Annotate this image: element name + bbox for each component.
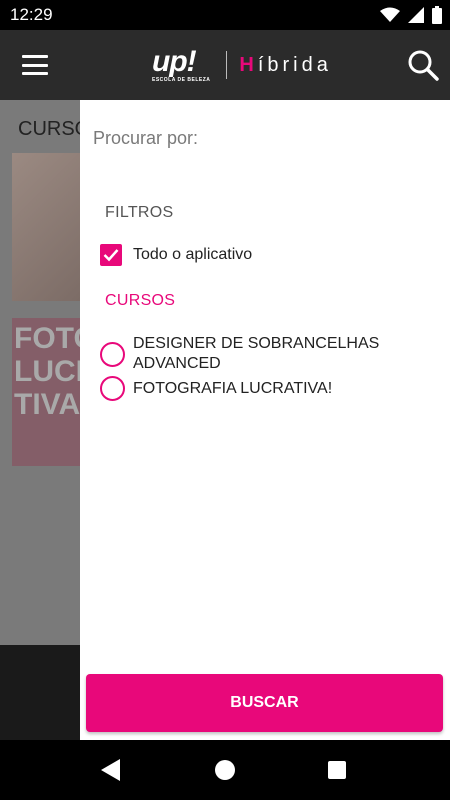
cell-signal-icon — [408, 7, 424, 23]
menu-icon-line — [22, 72, 48, 75]
checkbox-label: Todo o aplicativo — [133, 246, 253, 263]
search-prompt[interactable]: Procurar por: — [93, 128, 198, 149]
logo-up-block: up! ESCOLA DE BELEZA — [152, 44, 211, 83]
status-icons — [380, 6, 442, 24]
menu-icon-line — [22, 55, 48, 58]
filters-heading: FILTROS — [105, 204, 174, 221]
menu-icon-line — [22, 63, 48, 67]
course-thumbnail-1 — [12, 153, 80, 301]
search-button[interactable] — [406, 48, 440, 82]
checkbox-checked[interactable] — [100, 244, 122, 266]
logo-h-letter: H — [239, 53, 258, 76]
wifi-icon — [380, 7, 400, 22]
recents-icon[interactable] — [328, 761, 346, 779]
course-option-label-line2: ADVANCED — [133, 355, 221, 372]
logo-hibrida-rest: íbrida — [257, 53, 332, 76]
check-icon — [103, 249, 119, 262]
logo-hibrida: Híbrida — [239, 54, 331, 77]
radio-button[interactable] — [100, 341, 125, 367]
course-option-label: DESIGNER DE SOBRANCELHAS ADVANCED — [133, 334, 379, 374]
radio-button[interactable] — [100, 376, 125, 401]
home-icon[interactable] — [215, 760, 235, 780]
filter-panel: Procurar por: FILTROS Todo o aplicativo … — [80, 100, 450, 740]
menu-button[interactable] — [20, 52, 50, 78]
course-thumbnail-2: FOTO LUCR TIVA — [12, 318, 80, 466]
buscar-button[interactable]: BUSCAR — [86, 674, 443, 732]
courses-heading: CURSOS — [105, 292, 176, 309]
app-logo: up! ESCOLA DE BELEZA Híbrida — [152, 44, 332, 86]
course-option-label: FOTOGRAFIA LUCRATIVA! — [133, 379, 332, 399]
app-bar: up! ESCOLA DE BELEZA Híbrida — [0, 30, 450, 100]
course-option-label-line1: DESIGNER DE SOBRANCELHAS — [133, 335, 380, 352]
logo-subtitle: ESCOLA DE BELEZA — [152, 76, 211, 83]
status-time: 12:29 — [10, 5, 53, 24]
course-option-fotografia[interactable]: FOTOGRAFIA LUCRATIVA! — [100, 376, 332, 401]
search-icon — [408, 50, 439, 81]
back-icon[interactable] — [101, 759, 121, 781]
course-option-designer[interactable]: DESIGNER DE SOBRANCELHAS ADVANCED — [100, 334, 379, 374]
system-nav-bar — [0, 740, 450, 800]
logo-divider — [226, 51, 228, 79]
filter-entire-app[interactable]: Todo o aplicativo — [100, 244, 252, 266]
course-option-label-line1: FOTOGRAFIA LUCRATIVA! — [133, 379, 333, 397]
battery-icon — [432, 6, 442, 24]
status-bar: 12:29 — [0, 0, 450, 30]
logo-up-text: up! — [152, 44, 197, 78]
